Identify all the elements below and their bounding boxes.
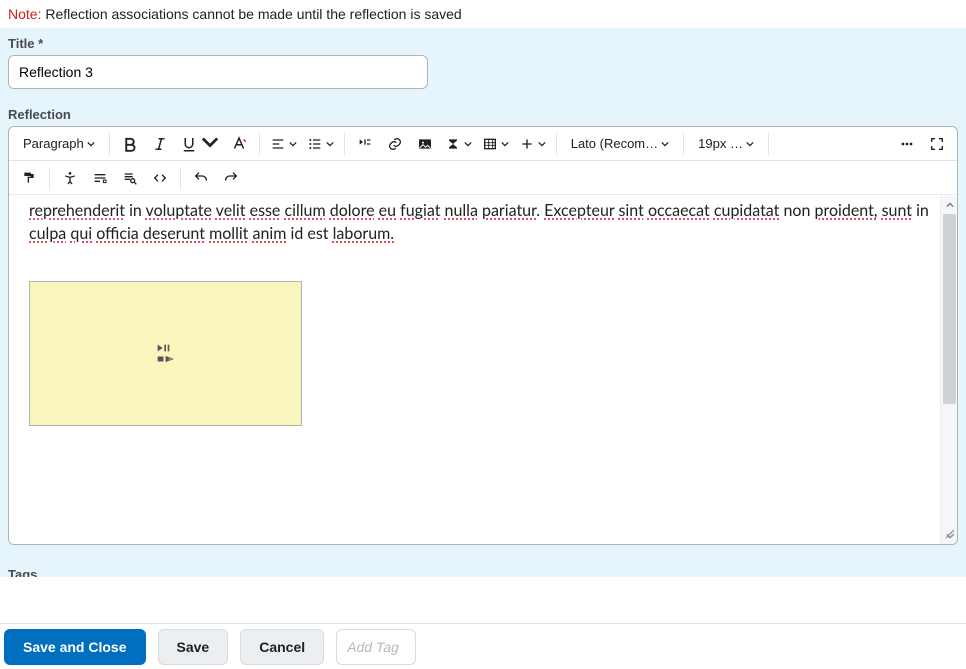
title-input[interactable] xyxy=(8,55,428,89)
note-text: Reflection associations cannot be made u… xyxy=(45,6,461,22)
insert-stuff-button[interactable] xyxy=(351,130,379,158)
chevron-down-icon xyxy=(746,136,754,151)
word-count-button[interactable] xyxy=(86,164,114,192)
chevron-down-icon xyxy=(538,136,546,151)
block-format-label: Paragraph xyxy=(23,136,84,151)
chevron-down-icon xyxy=(289,136,297,151)
chevron-down-icon xyxy=(326,136,334,151)
link-button[interactable] xyxy=(381,130,409,158)
code-icon xyxy=(152,170,168,186)
format-painter-icon xyxy=(21,170,37,186)
font-family-label: Lato (Recom… xyxy=(571,136,658,151)
redo-icon xyxy=(223,170,239,186)
vertical-scrollbar[interactable] xyxy=(940,196,957,544)
toolbar-secondary xyxy=(9,161,957,195)
text-color-icon xyxy=(230,135,248,153)
separator xyxy=(49,167,50,189)
insert-stuff-icon xyxy=(357,136,373,152)
separator xyxy=(683,133,684,155)
italic-button[interactable] xyxy=(146,130,174,158)
separator xyxy=(180,167,181,189)
fullscreen-icon xyxy=(929,136,945,152)
title-label: Title * xyxy=(8,36,958,51)
text-color-button[interactable] xyxy=(225,130,253,158)
sigma-icon xyxy=(445,136,461,152)
block-format-select[interactable]: Paragraph xyxy=(15,130,103,158)
list-button[interactable] xyxy=(303,130,338,158)
accessibility-checker-button[interactable] xyxy=(56,164,84,192)
preview-button[interactable] xyxy=(116,164,144,192)
table-button[interactable] xyxy=(478,130,513,158)
separator xyxy=(344,133,345,155)
video-placeholder[interactable] xyxy=(29,281,302,426)
equation-button[interactable] xyxy=(441,130,476,158)
editor-text: reprehenderit in voluptate velit esse ci… xyxy=(29,199,937,245)
resize-handle[interactable] xyxy=(943,527,955,542)
insert-more-button[interactable] xyxy=(515,130,550,158)
separator xyxy=(768,133,769,155)
bold-button[interactable] xyxy=(116,130,144,158)
scroll-thumb[interactable] xyxy=(943,214,956,404)
bold-icon xyxy=(121,135,139,153)
image-icon xyxy=(417,136,433,152)
chevron-down-icon xyxy=(464,136,472,151)
word-count-icon xyxy=(92,170,108,186)
media-icon xyxy=(156,343,176,364)
undo-icon xyxy=(193,170,209,186)
link-icon xyxy=(387,136,403,152)
redo-button[interactable] xyxy=(217,164,245,192)
rich-text-editor: Paragraph xyxy=(8,126,958,545)
chevron-down-icon xyxy=(87,136,95,151)
undo-button[interactable] xyxy=(187,164,215,192)
chevron-down-icon xyxy=(661,136,669,151)
preview-icon xyxy=(122,170,138,186)
separator xyxy=(109,133,110,155)
chevron-down-icon xyxy=(501,136,509,151)
tags-label: Tags xyxy=(8,567,958,577)
editor-content[interactable]: reprehenderit in voluptate velit esse ci… xyxy=(9,195,957,544)
footer-bar: Save and Close Save Cancel xyxy=(0,623,966,669)
reflection-label: Reflection xyxy=(8,107,958,122)
accessibility-icon xyxy=(62,170,78,186)
save-button[interactable]: Save xyxy=(158,629,229,665)
note-label: Note: xyxy=(8,6,41,22)
separator xyxy=(556,133,557,155)
font-size-select[interactable]: 19px … xyxy=(690,130,762,158)
source-code-button[interactable] xyxy=(146,164,174,192)
format-painter-button[interactable] xyxy=(15,164,43,192)
cancel-button[interactable]: Cancel xyxy=(240,629,324,665)
toolbar-primary: Paragraph xyxy=(9,127,957,161)
align-button[interactable] xyxy=(266,130,301,158)
image-button[interactable] xyxy=(411,130,439,158)
fullscreen-button[interactable] xyxy=(923,130,951,158)
add-tag-input[interactable] xyxy=(336,629,416,665)
italic-icon xyxy=(151,135,169,153)
note-row: Note: Reflection associations cannot be … xyxy=(0,0,966,28)
save-and-close-button[interactable]: Save and Close xyxy=(4,629,146,665)
font-size-label: 19px … xyxy=(698,136,743,151)
table-icon xyxy=(482,136,498,152)
plus-icon xyxy=(519,136,535,152)
chevron-down-icon xyxy=(201,133,219,154)
scroll-up-arrow[interactable] xyxy=(941,196,958,213)
form-area: Title * Reflection Paragraph xyxy=(0,28,966,549)
list-icon xyxy=(307,136,323,152)
align-icon xyxy=(270,136,286,152)
underline-button[interactable] xyxy=(176,130,223,158)
tags-section: Tags xyxy=(0,549,966,577)
ellipsis-icon xyxy=(899,136,915,152)
underline-icon xyxy=(180,135,198,153)
separator xyxy=(259,133,260,155)
font-family-select[interactable]: Lato (Recom… xyxy=(563,130,677,158)
more-actions-button[interactable] xyxy=(893,130,921,158)
